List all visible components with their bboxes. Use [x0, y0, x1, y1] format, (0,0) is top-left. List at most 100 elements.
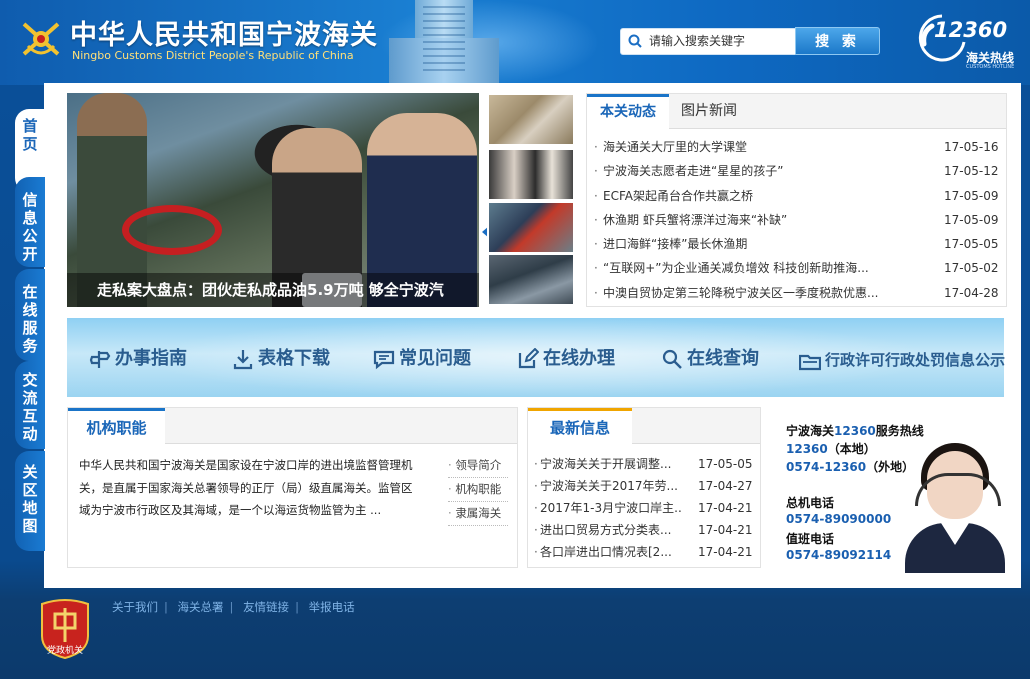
- news-date: 17-05-05: [944, 237, 999, 252]
- faq-link[interactable]: 常见问题: [373, 346, 471, 372]
- side-tab-char: 交: [22, 371, 38, 389]
- side-tab-info-disclosure[interactable]: 信 息 公 开: [15, 177, 45, 267]
- folder-icon: [799, 354, 821, 370]
- news-title[interactable]: “互联网+”为企业通关减负增效 科技创新助推海...: [603, 256, 903, 280]
- side-tab-char: 公: [22, 227, 38, 245]
- bullet: ·: [594, 164, 598, 179]
- online-query-link[interactable]: 在线查询: [661, 346, 759, 372]
- service-label: 行政许可行政处罚信息公示: [825, 351, 1006, 369]
- item-title[interactable]: 进出口贸易方式分类表...: [540, 519, 682, 541]
- side-tab-online-service[interactable]: 在 线 服 务: [15, 269, 45, 361]
- side-tab-char: 在: [22, 283, 38, 301]
- slide-thumbnail[interactable]: [489, 150, 573, 199]
- latest-info-tab[interactable]: 最新信息: [528, 408, 632, 444]
- side-tab-char: 服: [22, 319, 38, 337]
- side-tab-char: 息: [22, 209, 38, 227]
- bullet: ·: [534, 457, 538, 471]
- online-processing-link[interactable]: 在线办理: [517, 346, 615, 372]
- search-input[interactable]: [649, 32, 789, 50]
- hotline-title-part: 服务热线: [875, 424, 924, 438]
- org-description[interactable]: 中华人民共和国宁波海关是国家设在宁波口岸的进出境监督管理机关，是直属于国家海关总…: [79, 454, 415, 522]
- item-title[interactable]: 宁波海关关于2017年劳...: [540, 475, 682, 497]
- list-item[interactable]: · 宁波海关关于开展调整... 17-05-05: [528, 453, 760, 475]
- local-hotline: 12360（本地）: [786, 440, 876, 457]
- chat-bubble-icon: [373, 350, 395, 370]
- item-date: 17-04-21: [698, 523, 753, 537]
- slide-caption[interactable]: 走私案大盘点：团伙走私成品油5.9万吨 够全宁波汽: [97, 279, 444, 300]
- service-label: 常见问题: [399, 348, 471, 369]
- org-function-link[interactable]: 机构职能: [448, 478, 508, 502]
- list-item[interactable]: · 进出口贸易方式分类表... 17-04-21: [528, 519, 760, 541]
- news-title[interactable]: 海关通关大厅里的大学课堂: [603, 135, 903, 159]
- hotline-label-en: CUSTOMS HOTLINE: [966, 64, 1015, 70]
- side-tab-char: 信: [22, 191, 38, 209]
- news-item[interactable]: · 休渔期 虾兵蟹将漂洋过海来“补缺” 17-05-09: [587, 208, 1006, 232]
- footer-separator: |: [164, 600, 168, 614]
- service-label: 在线查询: [687, 348, 759, 369]
- news-title[interactable]: ECFA架起甬台合作共赢之桥: [603, 184, 903, 208]
- news-title[interactable]: 中澳自贸协定第三轮降税宁波关区一季度税款优惠...: [603, 281, 903, 305]
- party-government-badge-icon[interactable]: 党政机关: [38, 598, 92, 660]
- friendly-links-link[interactable]: 友情链接: [243, 600, 289, 614]
- item-date: 17-04-21: [698, 501, 753, 515]
- hotline-title-part: 宁波海关: [786, 424, 835, 438]
- org-function-box: 机构职能 中华人民共和国宁波海关是国家设在宁波口岸的进出境监督管理机关，是直属于…: [67, 407, 518, 568]
- local-hotline-label: （本地）: [827, 442, 876, 456]
- item-date: 17-04-27: [698, 479, 753, 493]
- slide-thumbnail[interactable]: [489, 255, 573, 304]
- tab-photo-news[interactable]: 图片新闻: [669, 94, 749, 128]
- bullet: ·: [534, 545, 538, 559]
- tab-local-news[interactable]: 本关动态: [587, 94, 669, 129]
- list-item[interactable]: · 各口岸进出口情况表[2... 17-04-21: [528, 541, 760, 563]
- bullet: ·: [594, 212, 598, 227]
- news-item[interactable]: · 宁波海关志愿者走进“星星的孩子” 17-05-12: [587, 159, 1006, 183]
- slide-thumbnail[interactable]: [489, 95, 573, 144]
- admin-licensing-link[interactable]: 行政许可行政处罚信息公示: [799, 347, 1005, 373]
- news-item[interactable]: · ECFA架起甬台合作共赢之桥 17-05-09: [587, 184, 1006, 208]
- form-download-link[interactable]: 表格下载: [232, 346, 330, 372]
- list-item[interactable]: · 2017年1-3月宁波口岸主... 17-04-21: [528, 497, 760, 519]
- service-label: 在线办理: [543, 348, 615, 369]
- news-item[interactable]: · “互联网+”为企业通关减负增效 科技创新助推海... 17-05-02: [587, 256, 1006, 280]
- item-date: 17-05-05: [698, 457, 753, 471]
- item-title[interactable]: 宁波海关关于开展调整...: [540, 453, 682, 475]
- news-item[interactable]: · 海关通关大厅里的大学课堂 17-05-16: [587, 135, 1006, 159]
- service-guide-link[interactable]: 办事指南: [89, 346, 187, 372]
- hotline-title: 宁波海关12360服务热线: [786, 422, 924, 439]
- item-title[interactable]: 各口岸进出口情况表[2...: [540, 541, 682, 563]
- report-phone-link[interactable]: 举报电话: [309, 600, 355, 614]
- side-tab-char: 互: [22, 407, 38, 425]
- item-title[interactable]: 2017年1-3月宁波口岸主...: [540, 497, 682, 519]
- org-function-tab[interactable]: 机构职能: [68, 408, 165, 444]
- call-center-agent-photo: [905, 443, 1005, 573]
- news-item[interactable]: · 中澳自贸协定第三轮降税宁波关区一季度税款优惠... 17-04-28: [587, 281, 1006, 305]
- slide-photo-valve: [122, 205, 222, 255]
- news-title[interactable]: 宁波海关志愿者走进“星星的孩子”: [603, 159, 903, 183]
- news-title[interactable]: 休渔期 虾兵蟹将漂洋过海来“补缺”: [603, 208, 903, 232]
- news-title[interactable]: 进口海鲜“接棒”最长休渔期: [603, 232, 903, 256]
- side-tab-district-map[interactable]: 关 区 地 图: [15, 451, 45, 551]
- customs-tower-image: [389, 0, 499, 85]
- edit-icon: [518, 348, 539, 369]
- leader-intro-link[interactable]: 领导简介: [448, 454, 508, 478]
- gac-link[interactable]: 海关总署: [178, 600, 224, 614]
- side-tab-char: 区: [22, 481, 38, 499]
- latest-list: · 宁波海关关于开展调整... 17-05-05 · 宁波海关关于2017年劳... 1…: [528, 453, 760, 563]
- search-button[interactable]: 搜 索: [795, 27, 880, 55]
- about-us-link[interactable]: 关于我们: [112, 600, 158, 614]
- list-item[interactable]: · 宁波海关关于2017年劳... 17-04-27: [528, 475, 760, 497]
- side-tab-interaction[interactable]: 交 流 互 动: [15, 361, 45, 449]
- service-label: 表格下载: [258, 348, 330, 369]
- local-hotline-number: 12360: [786, 442, 828, 456]
- featured-slideshow[interactable]: 走私案大盘点：团伙走私成品油5.9万吨 够全宁波汽: [67, 93, 479, 307]
- news-tabs: 本关动态 图片新闻: [587, 94, 1006, 129]
- hotline-logo[interactable]: 12360 海关热线 CUSTOMS HOTLINE: [912, 12, 1027, 72]
- search-box: [620, 28, 796, 55]
- subordinate-customs-link[interactable]: 隶属海关: [448, 502, 508, 526]
- badge-text: 党政机关: [47, 644, 83, 656]
- latest-info-box: 最新信息 · 宁波海关关于开展调整... 17-05-05 · 宁波海关关于2017年…: [527, 407, 761, 568]
- slide-thumbnail-active[interactable]: [487, 201, 575, 254]
- news-date: 17-05-09: [944, 188, 999, 203]
- item-date: 17-04-21: [698, 545, 753, 559]
- news-item[interactable]: · 进口海鲜“接棒”最长休渔期 17-05-05: [587, 232, 1006, 256]
